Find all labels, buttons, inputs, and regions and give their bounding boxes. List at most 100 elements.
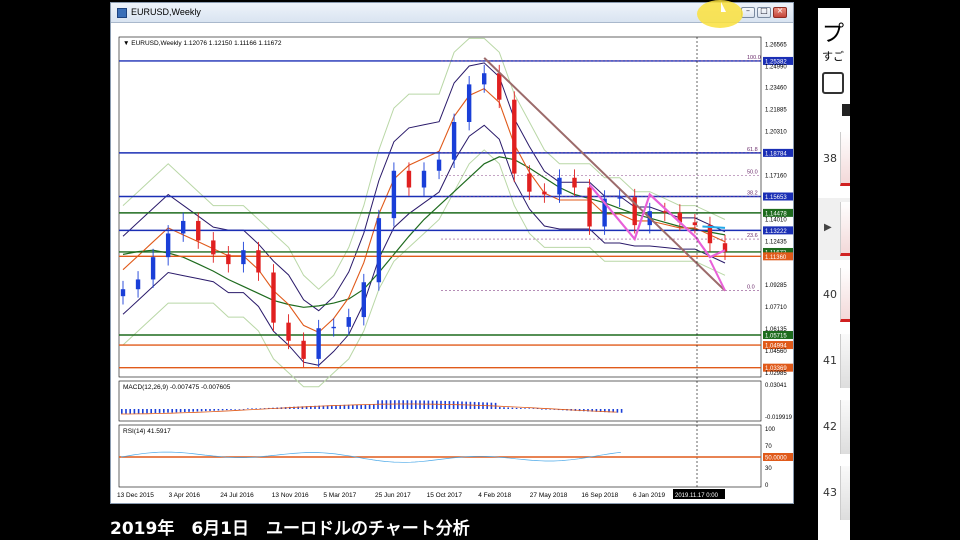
playlist-item-thumbnail xyxy=(840,268,850,322)
y-tick-label: 1.17160 xyxy=(765,174,787,180)
macd-bar xyxy=(179,409,182,413)
candle-body xyxy=(196,220,201,241)
macd-bar xyxy=(381,400,383,409)
x-tick-label: 4 Feb 2018 xyxy=(478,492,511,499)
playlist-item-active[interactable]: ▶ xyxy=(818,198,850,260)
macd-bar xyxy=(217,409,220,411)
macd-bar xyxy=(406,400,409,409)
macd-bar xyxy=(200,409,203,412)
playlist-item[interactable]: 41 xyxy=(818,330,850,392)
macd-bar xyxy=(511,407,514,409)
playlist-item-number: 38 xyxy=(823,152,837,165)
macd-bar xyxy=(410,400,413,409)
macd-bar xyxy=(394,400,396,409)
maximize-button[interactable]: □ xyxy=(757,6,771,18)
play-indicator-icon: ▶ xyxy=(824,222,832,233)
macd-bar xyxy=(373,404,375,409)
chart-window[interactable]: EURUSD,Weekly – □ × 1.25382 1.18784 1.1565… xyxy=(110,2,794,504)
x-tick-label: 5 Mar 2017 xyxy=(323,492,356,499)
macd-bar xyxy=(541,409,543,410)
candle-body xyxy=(361,282,366,318)
candle-body xyxy=(286,322,291,341)
macd-bar xyxy=(154,409,157,414)
level-label-1.13222: 1.13222 xyxy=(765,229,787,235)
x-tick-label: 6 Jan 2019 xyxy=(633,492,666,499)
macd-bar xyxy=(545,409,547,410)
mouse-pointer-icon xyxy=(721,2,726,12)
fib-label-100.0: 100.0 xyxy=(747,55,761,61)
rsi-label: RSI(14) 41.5917 xyxy=(123,428,171,435)
candle-body xyxy=(421,170,427,188)
price-chart[interactable]: 1.253821.187841.156531.144781.132221.116… xyxy=(111,23,793,503)
playlist-icon[interactable] xyxy=(822,72,844,94)
window-titlebar[interactable]: EURUSD,Weekly – □ × xyxy=(111,3,793,23)
bookmark-icon[interactable] xyxy=(842,104,850,116)
rsi-axis-label: 30 xyxy=(765,466,772,472)
resistance-marker-blue xyxy=(702,225,726,229)
macd-bar xyxy=(507,407,509,409)
y-tick-label: 1.12435 xyxy=(765,239,787,245)
macd-bar xyxy=(440,400,442,409)
candle-body xyxy=(466,84,472,122)
macd-bar xyxy=(444,400,446,409)
macd-bar xyxy=(499,407,501,409)
chart-window-icon xyxy=(117,8,127,18)
macd-bar xyxy=(213,409,215,411)
macd-bar xyxy=(515,407,518,409)
video-caption: 2019年 6月1日 ユーロドルのチャート分析 xyxy=(110,519,470,539)
candle-body xyxy=(150,257,156,280)
minimize-button[interactable]: – xyxy=(741,6,755,18)
macd-bar xyxy=(402,400,404,409)
candle-body xyxy=(241,250,246,265)
playlist-item[interactable]: 43 xyxy=(818,462,850,524)
candle-body xyxy=(572,177,577,188)
playlist-item[interactable]: 40 xyxy=(818,264,850,326)
macd-bar xyxy=(251,408,253,409)
close-button[interactable]: × xyxy=(773,6,787,18)
macd-axis-bottom: -0.019919 xyxy=(765,415,793,421)
y-tick-label: 1.04560 xyxy=(765,349,787,355)
y-tick-label: 1.21885 xyxy=(765,108,787,114)
playlist-item[interactable]: 42 xyxy=(818,396,850,458)
level-label-1.15653: 1.15653 xyxy=(765,195,787,201)
playlist-item[interactable]: 38 xyxy=(818,128,850,190)
playlist-item-number: 42 xyxy=(823,420,837,433)
macd-bar xyxy=(238,409,241,410)
candle-body xyxy=(211,240,216,255)
rsi-axis-label: 100 xyxy=(765,427,776,433)
macd-bar xyxy=(221,409,224,411)
window-title: EURUSD,Weekly xyxy=(131,7,201,17)
macd-bar xyxy=(461,401,463,409)
candle-body xyxy=(301,340,306,359)
macd-bar xyxy=(142,409,144,414)
candle-body xyxy=(226,254,231,265)
x-tick-label: 13 Dec 2015 xyxy=(117,492,154,499)
candle-body xyxy=(316,328,321,359)
macd-bar xyxy=(158,409,161,413)
y-tick-label: 1.02985 xyxy=(765,371,787,377)
macd-bar xyxy=(452,401,455,409)
y-tick-label: 1.24990 xyxy=(765,64,787,70)
playlist-item-number: 40 xyxy=(823,288,837,301)
candle-body xyxy=(181,220,186,234)
macd-bar xyxy=(121,409,123,414)
macd-bar xyxy=(167,409,169,413)
x-tick-label: 16 Sep 2018 xyxy=(581,492,618,499)
macd-bar xyxy=(171,409,173,413)
y-tick-label: 1.20310 xyxy=(765,130,787,136)
candle-body xyxy=(331,326,336,329)
rsi-axis-label: 0 xyxy=(765,483,769,489)
chart-area[interactable]: 1.253821.187841.156531.144781.132221.116… xyxy=(111,23,793,503)
playlist-item-number: 41 xyxy=(823,354,837,367)
candle-body xyxy=(436,159,442,171)
playlist-item-thumbnail xyxy=(840,400,850,454)
macd-bar xyxy=(368,404,371,409)
y-tick-label: 1.14010 xyxy=(765,217,787,223)
macd-bar xyxy=(616,409,619,413)
macd-bar xyxy=(356,404,358,409)
fib-label-0.0: 0.0 xyxy=(747,285,755,291)
playlist-item-thumbnail xyxy=(840,202,850,256)
macd-bar xyxy=(398,400,400,409)
candle-body xyxy=(391,170,397,219)
macd-bar xyxy=(247,408,249,409)
